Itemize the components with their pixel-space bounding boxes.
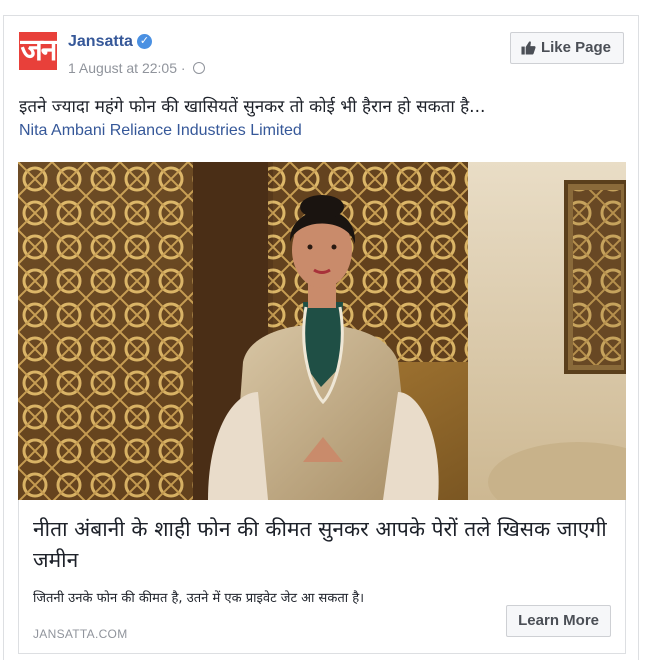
like-page-label: Like Page (540, 39, 611, 56)
verified-badge-icon: ✓ (136, 34, 152, 49)
page-name[interactable]: Jansatta (68, 33, 133, 50)
thumbs-up-icon (521, 41, 536, 55)
page-name-link[interactable]: Jansatta ✓ (68, 33, 152, 51)
globe-icon (193, 62, 206, 74)
facebook-post-card: जन Jansatta ✓ 1 August at 22:05 · Like Pa… (3, 15, 639, 660)
post-meta: 1 August at 22:05 · (68, 60, 206, 76)
post-photo (18, 162, 626, 500)
link-headline[interactable]: नीता अंबानी के शाही फोन की कीमत सुनकर आप… (33, 514, 623, 576)
like-page-button[interactable]: Like Page (509, 32, 624, 64)
link-description: जितनी उनके फोन की कीमत है, उतने में एक प… (33, 591, 365, 606)
post-timestamp[interactable]: 1 August at 22:05 (68, 60, 177, 76)
post-text: इतने ज्यादा महंगे फोन की खासियतें सुनकर … (19, 97, 486, 117)
learn-more-button[interactable]: Learn More (506, 605, 611, 637)
post-image[interactable] (18, 162, 626, 500)
link-domain: JANSATTA.COM (33, 627, 128, 641)
link-preview[interactable]: नीता अंबानी के शाही फोन की कीमत सुनकर आप… (18, 500, 626, 654)
tagged-page-link[interactable]: Nita Ambani Reliance Industries Limited (19, 122, 302, 140)
page-logo[interactable]: जन (19, 32, 57, 70)
